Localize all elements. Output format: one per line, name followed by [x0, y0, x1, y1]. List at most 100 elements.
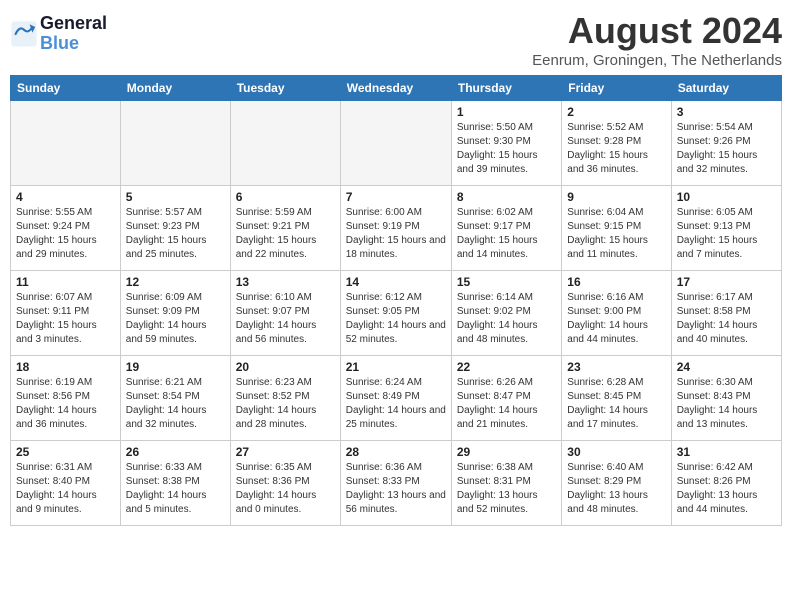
day-info: Sunrise: 6:02 AMSunset: 9:17 PMDaylight:…	[457, 206, 556, 262]
day-number: 2	[567, 105, 665, 119]
calendar-day-cell: 29 Sunrise: 6:38 AMSunset: 8:31 PMDayligh…	[451, 441, 561, 526]
calendar-day-cell: 10 Sunrise: 6:05 AMSunset: 9:13 PMDayligh…	[671, 186, 781, 271]
day-info: Sunrise: 6:00 AMSunset: 9:19 PMDaylight:…	[346, 206, 446, 262]
day-info: Sunrise: 6:31 AMSunset: 8:40 PMDaylight:…	[16, 461, 115, 517]
day-info: Sunrise: 6:05 AMSunset: 9:13 PMDaylight:…	[677, 206, 776, 262]
day-number: 22	[457, 360, 556, 374]
calendar-header-row: SundayMondayTuesdayWednesdayThursdayFrid…	[11, 76, 782, 101]
calendar-day-cell	[120, 101, 230, 186]
day-info: Sunrise: 6:38 AMSunset: 8:31 PMDaylight:…	[457, 461, 556, 517]
calendar-week-row: 4 Sunrise: 5:55 AMSunset: 9:24 PMDaylight…	[11, 186, 782, 271]
calendar-day-cell: 21Sunrise: 6:24 AMSunset: 8:49 PMDayligh…	[340, 356, 451, 441]
day-info: Sunrise: 6:17 AMSunset: 8:58 PMDaylight:…	[677, 291, 776, 347]
day-info: Sunrise: 5:54 AMSunset: 9:26 PMDaylight:…	[677, 121, 776, 177]
calendar-day-cell: 18Sunrise: 6:19 AMSunset: 8:56 PMDayligh…	[11, 356, 121, 441]
subtitle: Eenrum, Groningen, The Netherlands	[532, 52, 782, 69]
day-info: Sunrise: 6:35 AMSunset: 8:36 PMDaylight:…	[236, 461, 335, 517]
day-number: 19	[126, 360, 225, 374]
day-info: Sunrise: 6:14 AMSunset: 9:02 PMDaylight:…	[457, 291, 556, 347]
day-number: 29	[457, 445, 556, 459]
calendar-day-cell: 23 Sunrise: 6:28 AMSunset: 8:45 PMDayligh…	[562, 356, 671, 441]
day-number: 10	[677, 190, 776, 204]
calendar-day-cell: 3 Sunrise: 5:54 AMSunset: 9:26 PMDaylight…	[671, 101, 781, 186]
day-number: 28	[346, 445, 446, 459]
day-info: Sunrise: 6:07 AMSunset: 9:11 PMDaylight:…	[16, 291, 115, 347]
day-info: Sunrise: 6:28 AMSunset: 8:45 PMDaylight:…	[567, 376, 665, 432]
day-info: Sunrise: 6:16 AMSunset: 9:00 PMDaylight:…	[567, 291, 665, 347]
day-number: 30	[567, 445, 665, 459]
calendar-day-cell: 2 Sunrise: 5:52 AMSunset: 9:28 PMDaylight…	[562, 101, 671, 186]
weekday-header: Sunday	[11, 76, 121, 101]
day-info: Sunrise: 6:21 AMSunset: 8:54 PMDaylight:…	[126, 376, 225, 432]
calendar-day-cell: 6 Sunrise: 5:59 AMSunset: 9:21 PMDaylight…	[230, 186, 340, 271]
day-number: 14	[346, 275, 446, 289]
day-info: Sunrise: 6:33 AMSunset: 8:38 PMDaylight:…	[126, 461, 225, 517]
calendar-day-cell	[340, 101, 451, 186]
day-number: 16	[567, 275, 665, 289]
day-number: 5	[126, 190, 225, 204]
day-info: Sunrise: 5:59 AMSunset: 9:21 PMDaylight:…	[236, 206, 335, 262]
day-number: 1	[457, 105, 556, 119]
day-number: 17	[677, 275, 776, 289]
page-header: General Blue August 2024 Eenrum, Groning…	[10, 10, 782, 69]
day-number: 7	[346, 190, 446, 204]
calendar-week-row: 18Sunrise: 6:19 AMSunset: 8:56 PMDayligh…	[11, 356, 782, 441]
logo-line1: General	[40, 14, 107, 34]
day-info: Sunrise: 6:42 AMSunset: 8:26 PMDaylight:…	[677, 461, 776, 517]
calendar-day-cell: 27 Sunrise: 6:35 AMSunset: 8:36 PMDayligh…	[230, 441, 340, 526]
day-info: Sunrise: 5:52 AMSunset: 9:28 PMDaylight:…	[567, 121, 665, 177]
calendar-day-cell: 1 Sunrise: 5:50 AMSunset: 9:30 PMDaylight…	[451, 101, 561, 186]
day-info: Sunrise: 6:23 AMSunset: 8:52 PMDaylight:…	[236, 376, 335, 432]
calendar-day-cell: 20 Sunrise: 6:23 AMSunset: 8:52 PMDayligh…	[230, 356, 340, 441]
weekday-header: Wednesday	[340, 76, 451, 101]
calendar-day-cell: 7 Sunrise: 6:00 AMSunset: 9:19 PMDaylight…	[340, 186, 451, 271]
day-number: 31	[677, 445, 776, 459]
day-info: Sunrise: 5:57 AMSunset: 9:23 PMDaylight:…	[126, 206, 225, 262]
calendar-day-cell: 31 Sunrise: 6:42 AMSunset: 8:26 PMDayligh…	[671, 441, 781, 526]
calendar-day-cell	[11, 101, 121, 186]
day-info: Sunrise: 6:19 AMSunset: 8:56 PMDaylight:…	[16, 376, 115, 432]
calendar-table: SundayMondayTuesdayWednesdayThursdayFrid…	[10, 75, 782, 526]
day-info: Sunrise: 6:10 AMSunset: 9:07 PMDaylight:…	[236, 291, 335, 347]
calendar-day-cell: 12 Sunrise: 6:09 AMSunset: 9:09 PMDayligh…	[120, 271, 230, 356]
day-number: 3	[677, 105, 776, 119]
calendar-day-cell: 30Sunrise: 6:40 AMSunset: 8:29 PMDayligh…	[562, 441, 671, 526]
logo-text: General Blue	[40, 14, 107, 54]
day-number: 23	[567, 360, 665, 374]
calendar-week-row: 11 Sunrise: 6:07 AMSunset: 9:11 PMDayligh…	[11, 271, 782, 356]
day-number: 27	[236, 445, 335, 459]
day-number: 11	[16, 275, 115, 289]
calendar-day-cell: 15 Sunrise: 6:14 AMSunset: 9:02 PMDayligh…	[451, 271, 561, 356]
calendar-day-cell: 5 Sunrise: 5:57 AMSunset: 9:23 PMDaylight…	[120, 186, 230, 271]
calendar-day-cell: 24 Sunrise: 6:30 AMSunset: 8:43 PMDayligh…	[671, 356, 781, 441]
day-number: 20	[236, 360, 335, 374]
calendar-week-row: 25 Sunrise: 6:31 AMSunset: 8:40 PMDayligh…	[11, 441, 782, 526]
weekday-header: Tuesday	[230, 76, 340, 101]
day-info: Sunrise: 6:26 AMSunset: 8:47 PMDaylight:…	[457, 376, 556, 432]
calendar-day-cell: 8Sunrise: 6:02 AMSunset: 9:17 PMDaylight…	[451, 186, 561, 271]
calendar-day-cell: 13 Sunrise: 6:10 AMSunset: 9:07 PMDayligh…	[230, 271, 340, 356]
day-number: 6	[236, 190, 335, 204]
day-number: 25	[16, 445, 115, 459]
weekday-header: Thursday	[451, 76, 561, 101]
logo-icon	[10, 20, 38, 48]
day-number: 4	[16, 190, 115, 204]
calendar-day-cell: 14Sunrise: 6:12 AMSunset: 9:05 PMDayligh…	[340, 271, 451, 356]
day-number: 24	[677, 360, 776, 374]
day-info: Sunrise: 6:30 AMSunset: 8:43 PMDaylight:…	[677, 376, 776, 432]
day-info: Sunrise: 5:55 AMSunset: 9:24 PMDaylight:…	[16, 206, 115, 262]
day-number: 9	[567, 190, 665, 204]
day-number: 15	[457, 275, 556, 289]
calendar-day-cell: 25 Sunrise: 6:31 AMSunset: 8:40 PMDayligh…	[11, 441, 121, 526]
day-info: Sunrise: 6:09 AMSunset: 9:09 PMDaylight:…	[126, 291, 225, 347]
calendar-day-cell: 11 Sunrise: 6:07 AMSunset: 9:11 PMDayligh…	[11, 271, 121, 356]
logo: General Blue	[10, 10, 107, 54]
day-info: Sunrise: 6:04 AMSunset: 9:15 PMDaylight:…	[567, 206, 665, 262]
day-info: Sunrise: 5:50 AMSunset: 9:30 PMDaylight:…	[457, 121, 556, 177]
day-number: 13	[236, 275, 335, 289]
calendar-day-cell: 22 Sunrise: 6:26 AMSunset: 8:47 PMDayligh…	[451, 356, 561, 441]
calendar-day-cell: 26Sunrise: 6:33 AMSunset: 8:38 PMDayligh…	[120, 441, 230, 526]
title-section: August 2024 Eenrum, Groningen, The Nethe…	[532, 10, 782, 69]
main-title: August 2024	[532, 10, 782, 52]
day-number: 12	[126, 275, 225, 289]
